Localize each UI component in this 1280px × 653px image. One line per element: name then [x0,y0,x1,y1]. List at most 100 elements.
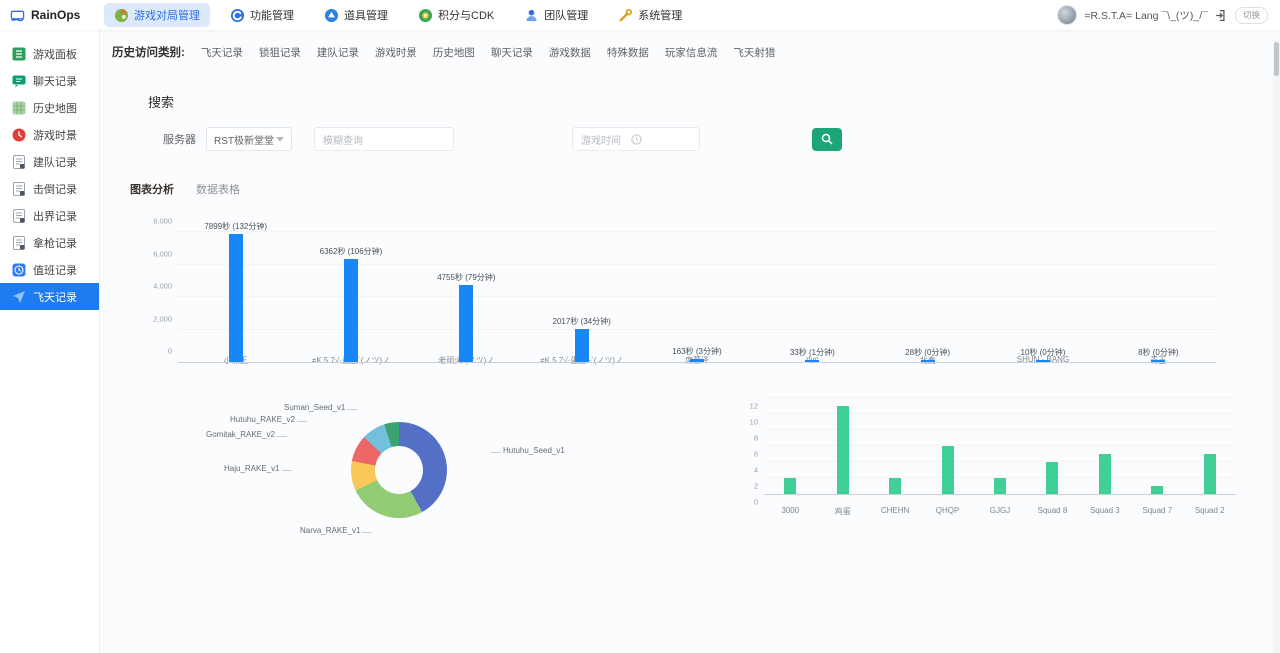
bar-slot [1026,462,1078,494]
x-category-label: Squad 7 [1131,502,1183,517]
y-tick: 6,000 [153,249,172,258]
x-category-label: Squad 8 [1026,502,1078,517]
bar-slot: 8秒 (0分钟) [1101,347,1216,362]
bar-value-label: 2017秒 (34分钟) [553,316,611,327]
bar [575,329,589,362]
scrollbar-thumb[interactable] [1274,42,1279,76]
x-category-label: QHQP [921,502,973,517]
squad-bar-chart: 0246810123000鸡蛋CHEHNQHQPGJGJSquad 8Squad… [722,406,1236,542]
tab-flying-records[interactable]: 飞天记录 [201,45,243,60]
bar-slot: 2017秒 (34分钟) [524,316,639,362]
nav-feature-management[interactable]: 功能管理 [220,3,304,27]
fuzzy-search-input[interactable]: 模糊查询 [314,127,454,151]
nav-points-cdk[interactable]: 积分与CDK [408,3,504,27]
game-time-input[interactable]: 游戏时间 [572,127,700,151]
bar-slot: 7899秒 (132分钟) [178,221,293,362]
feature-icon [230,8,245,23]
y-tick: 12 [750,402,758,411]
bar-value-label: 28秒 (0分钟) [905,347,950,358]
vertical-scrollbar[interactable] [1273,40,1280,653]
chevron-down-icon [276,137,284,142]
search-form: 服务器 RST极新堂堂 模糊查询 游戏时间 [163,127,1280,151]
document-icon [12,236,26,250]
bar-slot [1131,486,1183,494]
nav-game-match-management[interactable]: 游戏对局管理 [104,3,210,27]
tab-game-data[interactable]: 游戏数据 [549,45,591,60]
bar-slot: 33秒 (1分钟) [755,347,870,362]
sidebar-item-label: 击倒记录 [33,181,77,197]
category-label: 历史访问类别: [112,44,185,60]
sidebar-item-history-map[interactable]: 历史地图 [0,94,99,121]
y-tick: 8 [754,434,758,443]
tab-sniper-records[interactable]: 锁狙记录 [259,45,301,60]
user-avatar[interactable] [1057,5,1077,25]
tab-data-table[interactable]: 数据表格 [196,181,240,197]
bar-slot: 10秒 (0分钟) [985,347,1100,362]
tab-player-info[interactable]: 玩家信息流 [665,45,718,60]
nav-label: 积分与CDK [438,7,494,23]
donut-hole [375,446,423,494]
leader-line [277,432,287,437]
tab-game-scene[interactable]: 游戏时景 [375,45,417,60]
system-icon [618,8,633,23]
bar-value-label: 163秒 (3分钟) [672,346,721,357]
sidebar-item-label: 飞天记录 [33,289,77,305]
x-category-label: CHEHN [869,502,921,517]
tab-team-records[interactable]: 建队记录 [317,45,359,60]
sidebar: 游戏面板 聊天记录 历史地图 游戏时景 建队记录 击倒记录 出界记录 拿枪记录 … [0,30,100,653]
tab-special-data[interactable]: 特殊数据 [607,45,649,60]
brand[interactable]: RainOps [0,8,100,23]
bar [805,360,819,362]
analysis-tabs: 图表分析 数据表格 [130,181,1280,197]
map-icon [12,101,26,115]
map-share-donut-chart: Hutuhu_Seed_v1Narva_RAKE_v1Haju_RAKE_v1G… [204,400,634,542]
bar [1036,360,1050,362]
x-category-label: GJGJ [974,502,1026,517]
game-match-icon [114,8,129,23]
server-select[interactable]: RST极新堂堂 [206,127,292,151]
bar-value-label: 6362秒 (106分钟) [320,246,383,257]
category-tabstrip: 历史访问类别: 飞天记录 锁狙记录 建队记录 游戏时景 历史地图 聊天记录 游戏… [100,30,1280,66]
search-button[interactable] [812,128,842,151]
bar [942,446,954,494]
pie-slice-label: Narva_RAKE_v1 [300,526,374,535]
plot-area: 7899秒 (132分钟)6362秒 (106分钟)4755秒 (79分钟)20… [178,221,1216,363]
nav-team-management[interactable]: 团队管理 [514,3,598,27]
sidebar-item-label: 值班记录 [33,262,77,278]
leader-line [491,448,501,453]
bar-slot [869,478,921,494]
plot-area [764,406,1236,495]
tab-history-map[interactable]: 历史地图 [433,45,475,60]
nav-label: 功能管理 [250,7,294,23]
sidebar-item-out-of-bounds-records[interactable]: 出界记录 [0,202,99,229]
logout-icon[interactable] [1215,9,1228,22]
sidebar-item-duty-records[interactable]: 值班记录 [0,256,99,283]
tab-flying-hunt[interactable]: 飞天射猎 [733,45,775,60]
sidebar-item-team-records[interactable]: 建队记录 [0,148,99,175]
sidebar-item-weapon-records[interactable]: 拿枪记录 [0,229,99,256]
nav-system-management[interactable]: 系统管理 [608,3,692,27]
sidebar-item-game-panel[interactable]: 游戏面板 [0,40,99,67]
y-tick: 0 [754,498,758,507]
version-switch-pill[interactable]: 切换 [1235,7,1268,24]
leader-line [347,405,357,410]
sidebar-item-chat-records[interactable]: 聊天记录 [0,67,99,94]
pie-slice-label: Suman_Seed_v1 [284,403,359,412]
bar [1151,486,1163,494]
game-time-placeholder: 游戏时间 [581,132,621,147]
x-category-label: Squad 2 [1184,502,1236,517]
bar [344,259,358,362]
tab-chat-records[interactable]: 聊天记录 [491,45,533,60]
sidebar-item-flying-records[interactable]: 飞天记录 [0,283,99,310]
nav-item-management[interactable]: 道具管理 [314,3,398,27]
bar [921,360,935,362]
leader-line [282,466,292,471]
bar [1099,454,1111,494]
sidebar-item-game-scene[interactable]: 游戏时景 [0,121,99,148]
sidebar-item-label: 拿枪记录 [33,235,77,251]
sidebar-item-label: 出界记录 [33,208,77,224]
dashboard-grid-icon [12,47,26,61]
tab-chart-analysis[interactable]: 图表分析 [130,181,174,197]
sidebar-item-knockdown-records[interactable]: 击倒记录 [0,175,99,202]
bar [994,478,1006,494]
